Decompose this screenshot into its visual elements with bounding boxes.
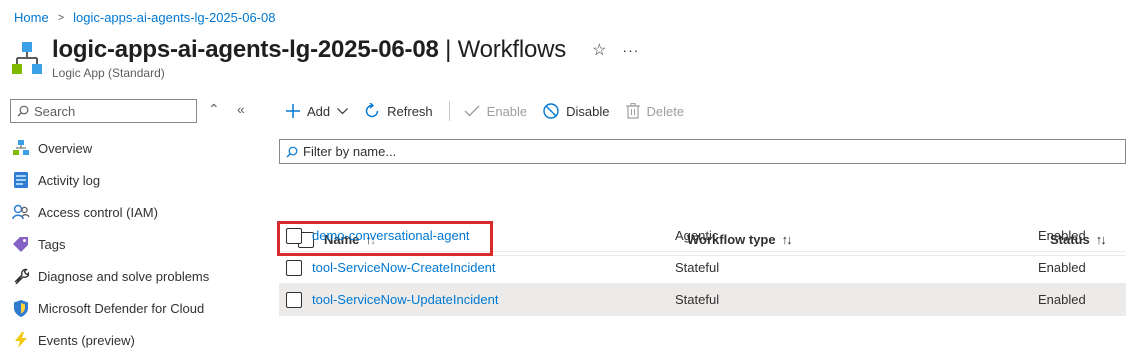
iam-icon bbox=[12, 203, 30, 221]
row-checkbox[interactable] bbox=[286, 259, 302, 276]
activity-log-icon bbox=[12, 171, 30, 189]
refresh-button[interactable]: Refresh bbox=[364, 103, 433, 119]
filter-by-name-input[interactable]: Filter by name... bbox=[279, 139, 1126, 164]
sidebar-item-label: Diagnose and solve problems bbox=[38, 268, 210, 284]
sidebar-item-label: Overview bbox=[38, 140, 93, 156]
sidebar-item-label: Microsoft Defender for Cloud bbox=[38, 300, 205, 316]
sidebar-item-label: Activity log bbox=[38, 172, 101, 188]
refresh-button-label: Refresh bbox=[387, 103, 433, 119]
toolbar-divider bbox=[448, 101, 450, 121]
sidebar-item-activity-log[interactable]: Activity log bbox=[12, 164, 209, 196]
logic-app-icon bbox=[12, 42, 42, 74]
workflow-status-cell: Enabled bbox=[1038, 292, 1086, 307]
search-icon bbox=[17, 105, 29, 117]
sidebar-item-label: Events (preview) bbox=[38, 332, 135, 348]
filter-search-icon bbox=[286, 146, 298, 157]
filter-placeholder: Filter by name... bbox=[303, 144, 397, 159]
sidebar-search-input[interactable]: Search bbox=[10, 99, 197, 123]
expand-collapse-icon[interactable]: ⌃ bbox=[208, 101, 220, 118]
overview-icon bbox=[12, 139, 30, 157]
breadcrumb: Home > logic-apps-ai-agents-lg-2025-06-0… bbox=[14, 10, 275, 25]
plus-icon bbox=[286, 104, 300, 118]
breadcrumb-home-link[interactable]: Home bbox=[14, 10, 49, 25]
disable-button-label: Disable bbox=[566, 103, 610, 119]
sidebar-item-overview[interactable]: Overview bbox=[12, 132, 209, 164]
more-options-icon[interactable]: ··· bbox=[622, 42, 639, 58]
sidebar-item-defender[interactable]: Microsoft Defender for Cloud bbox=[12, 292, 209, 324]
trash-icon bbox=[625, 103, 640, 119]
checkmark-icon bbox=[464, 105, 480, 117]
delete-button[interactable]: Delete bbox=[625, 103, 685, 119]
tag-icon bbox=[12, 235, 30, 253]
enable-button[interactable]: Enable bbox=[464, 104, 527, 119]
search-placeholder: Search bbox=[34, 103, 76, 119]
chevron-right-icon: > bbox=[57, 11, 65, 24]
page-title: logic-apps-ai-agents-lg-2025-06-08 | Wor… bbox=[52, 36, 566, 64]
sidebar-item-label: Tags bbox=[38, 236, 66, 252]
disable-icon bbox=[543, 103, 559, 119]
table-row[interactable]: tool-ServiceNow-UpdateIncident Stateful … bbox=[279, 284, 1126, 316]
workflow-type-cell: Agentic bbox=[675, 228, 719, 243]
collapse-sidebar-icon[interactable]: « bbox=[237, 101, 245, 117]
lightning-icon bbox=[12, 331, 30, 349]
sidebar-item-tags[interactable]: Tags bbox=[12, 228, 209, 260]
annotation-highlight-box bbox=[277, 221, 493, 256]
breadcrumb-current-link[interactable]: logic-apps-ai-agents-lg-2025-06-08 bbox=[73, 10, 275, 25]
table-row[interactable]: tool-ServiceNow-CreateIncident Stateful … bbox=[279, 252, 1126, 284]
page-header: logic-apps-ai-agents-lg-2025-06-08 | Wor… bbox=[12, 36, 639, 80]
workflow-name-link[interactable]: tool-ServiceNow-CreateIncident bbox=[312, 260, 496, 275]
sidebar-item-access-control[interactable]: Access control (IAM) bbox=[12, 196, 209, 228]
row-checkbox[interactable] bbox=[286, 291, 302, 308]
enable-button-label: Enable bbox=[486, 103, 528, 119]
shield-icon bbox=[12, 299, 30, 317]
sidebar: Overview Activity log Access control (IA… bbox=[12, 132, 209, 352]
workflow-name-link[interactable]: tool-ServiceNow-UpdateIncident bbox=[312, 292, 498, 307]
page-subtitle: Logic App (Standard) bbox=[52, 66, 165, 80]
disable-button[interactable]: Disable bbox=[543, 103, 610, 119]
page-title-resource: logic-apps-ai-agents-lg-2025-06-08 bbox=[52, 36, 439, 63]
refresh-icon bbox=[365, 103, 379, 118]
add-button-label: Add bbox=[307, 103, 331, 119]
workflow-status-cell: Enabled bbox=[1038, 260, 1086, 275]
command-bar: Add Refresh Enable Disable Delete bbox=[286, 100, 700, 122]
delete-button-label: Delete bbox=[646, 103, 685, 119]
sidebar-item-diagnose[interactable]: Diagnose and solve problems bbox=[12, 260, 209, 292]
favorite-star-icon[interactable]: ☆ bbox=[592, 40, 606, 60]
workflow-type-cell: Stateful bbox=[675, 292, 720, 307]
workflow-type-cell: Stateful bbox=[675, 260, 720, 275]
sidebar-item-label: Access control (IAM) bbox=[38, 204, 158, 220]
add-button[interactable]: Add bbox=[286, 103, 349, 119]
wrench-icon bbox=[12, 267, 30, 285]
sidebar-item-events[interactable]: Events (preview) bbox=[12, 324, 209, 352]
workflow-status-cell: Enabled bbox=[1038, 228, 1086, 243]
page-title-suffix: | Workflows bbox=[438, 36, 567, 63]
chevron-down-icon bbox=[337, 107, 349, 114]
